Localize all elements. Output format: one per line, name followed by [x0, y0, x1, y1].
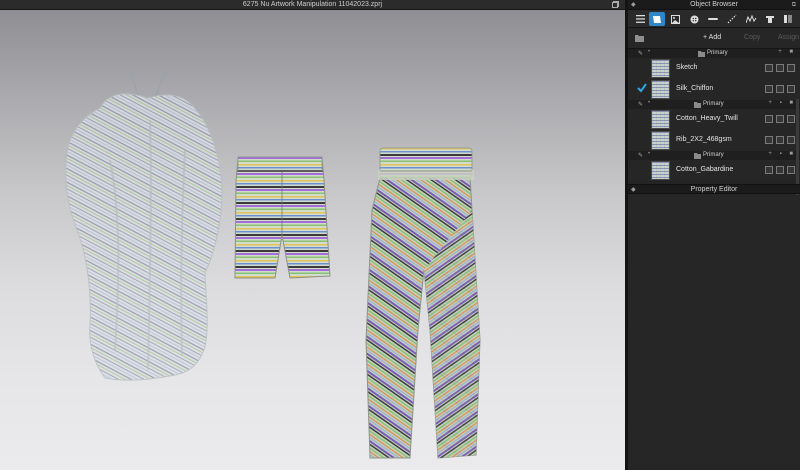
list-icon: [635, 15, 645, 23]
folder-icon: [694, 153, 701, 159]
property-editor-panel: ◆ Property Editor: [628, 184, 800, 467]
fabric-item-actions: [765, 115, 795, 123]
copy-icon[interactable]: [776, 64, 784, 72]
property-editor-body: [628, 194, 800, 467]
copy-icon[interactable]: [776, 136, 784, 144]
group-actions[interactable]: + ▪ ■: [768, 100, 796, 106]
delete-icon[interactable]: [787, 166, 795, 174]
fabric-item-rib[interactable]: Rib_2X2_468gsm: [628, 130, 800, 151]
right-panel: ◆ Object Browser ⧉ + Add Copy Assign ✎ •…: [628, 0, 800, 470]
copy-icon[interactable]: [776, 166, 784, 174]
tab-button[interactable]: [686, 12, 702, 26]
copy-icon[interactable]: [776, 85, 784, 93]
expand-dot-icon[interactable]: •: [648, 100, 650, 106]
fabric-item-actions: [765, 64, 795, 72]
button-icon: [690, 15, 698, 23]
pin-icon[interactable]: ◆: [631, 0, 636, 10]
expand-dot-icon[interactable]: •: [648, 151, 650, 157]
fabric-item-actions: [765, 166, 795, 174]
graphic-icon: [670, 14, 680, 24]
3d-viewport[interactable]: 6275 Nu Artwork Manipulation 11042023.zp…: [0, 0, 625, 470]
tab-puckering[interactable]: [743, 12, 759, 26]
group-actions[interactable]: + ■: [778, 49, 796, 55]
project-title: 6275 Nu Artwork Manipulation 11042023.zp…: [242, 1, 383, 8]
fabric-list: ✎ • Primary + ■ Sketch Silk_Chiffon ✎ • …: [628, 49, 800, 195]
add-icon[interactable]: [765, 136, 773, 144]
fabric-item-actions: [765, 85, 795, 93]
edit-icon[interactable]: ✎: [638, 50, 643, 57]
puckering-icon: [745, 14, 756, 23]
trousers-garment[interactable]: [365, 147, 481, 459]
add-button[interactable]: + Add: [703, 34, 721, 41]
delete-icon[interactable]: [787, 64, 795, 72]
group-row-primary[interactable]: ✎ • Primary + ■: [628, 49, 800, 58]
buttonhole-icon: [708, 18, 718, 20]
add-icon[interactable]: [765, 166, 773, 174]
add-icon[interactable]: [765, 64, 773, 72]
fabric-item-actions: [765, 136, 795, 144]
fabric-name: Rib_2X2_468gsm: [676, 136, 732, 143]
sheer-top-garment[interactable]: [65, 64, 223, 381]
fabric-swatch: [651, 131, 670, 150]
maximize-icon[interactable]: [612, 1, 619, 8]
object-browser-header: ◆ Object Browser ⧉: [628, 0, 800, 10]
fabric-list-scrollbar[interactable]: [796, 99, 799, 195]
fabric-item-sketch[interactable]: Sketch: [628, 58, 800, 79]
add-icon[interactable]: [765, 85, 773, 93]
tab-trim[interactable]: [762, 12, 778, 26]
fabric-swatch: [651, 80, 670, 99]
tab-topstitch[interactable]: [724, 12, 740, 26]
edit-icon[interactable]: ✎: [638, 101, 643, 108]
object-browser-title: Object Browser: [690, 1, 738, 8]
group-row-primary[interactable]: ✎ • Primary + ▪ ■: [628, 100, 800, 109]
group-row-primary[interactable]: ✎ • Primary + ▪ ■: [628, 151, 800, 160]
fabric-item-cotton-gabardine[interactable]: Cotton_Gabardine: [628, 160, 800, 181]
checkmark-icon: [637, 83, 647, 93]
edit-icon[interactable]: ✎: [638, 152, 643, 159]
garment-scene[interactable]: [0, 10, 625, 470]
object-browser-actions: + Add Copy Assign: [628, 28, 800, 49]
folder-icon[interactable]: [635, 34, 644, 42]
fabric-item-silk-chiffon[interactable]: Silk_Chiffon: [628, 79, 800, 100]
fabric-swatch: [651, 59, 670, 78]
pin-icon[interactable]: ◆: [631, 185, 636, 195]
object-browser-tabs: [628, 10, 800, 28]
tab-graphic[interactable]: [667, 12, 683, 26]
assign-button[interactable]: Assign: [778, 34, 799, 41]
viewport-title-bar: 6275 Nu Artwork Manipulation 11042023.zp…: [0, 0, 625, 10]
delete-icon[interactable]: [787, 115, 795, 123]
tab-buttonhole[interactable]: [705, 12, 721, 26]
copy-button[interactable]: Copy: [744, 34, 760, 41]
tab-fabric[interactable]: [649, 12, 665, 26]
topstitch-icon: [727, 14, 737, 24]
fabric-swatch: [651, 161, 670, 180]
fabric-name: Cotton_Heavy_Twill: [676, 115, 738, 122]
tab-list[interactable]: [632, 12, 648, 26]
avatar-icon: [784, 15, 792, 23]
folder-icon: [698, 51, 705, 57]
shorts-garment[interactable]: [234, 156, 331, 279]
group-label: Primary: [703, 101, 724, 107]
fabric-icon: [653, 15, 661, 23]
group-label: Primary: [707, 50, 728, 56]
group-label: Primary: [703, 152, 724, 158]
undock-icon[interactable]: ⧉: [792, 0, 796, 10]
fabric-name: Cotton_Gabardine: [676, 166, 734, 173]
property-editor-title: Property Editor: [690, 186, 738, 193]
fabric-swatch: [651, 110, 670, 129]
expand-dot-icon[interactable]: •: [648, 49, 650, 55]
tab-avatar[interactable]: [780, 12, 796, 26]
delete-icon[interactable]: [787, 85, 795, 93]
delete-icon[interactable]: [787, 136, 795, 144]
property-editor-header: ◆ Property Editor: [628, 184, 800, 194]
fabric-name: Silk_Chiffon: [676, 85, 714, 92]
fabric-item-cotton-heavy-twill[interactable]: Cotton_Heavy_Twill: [628, 109, 800, 130]
group-actions[interactable]: + ▪ ■: [768, 151, 796, 157]
fabric-name: Sketch: [676, 64, 698, 71]
copy-icon[interactable]: [776, 115, 784, 123]
trim-icon: [766, 15, 774, 23]
folder-icon: [694, 102, 701, 108]
add-icon[interactable]: [765, 115, 773, 123]
